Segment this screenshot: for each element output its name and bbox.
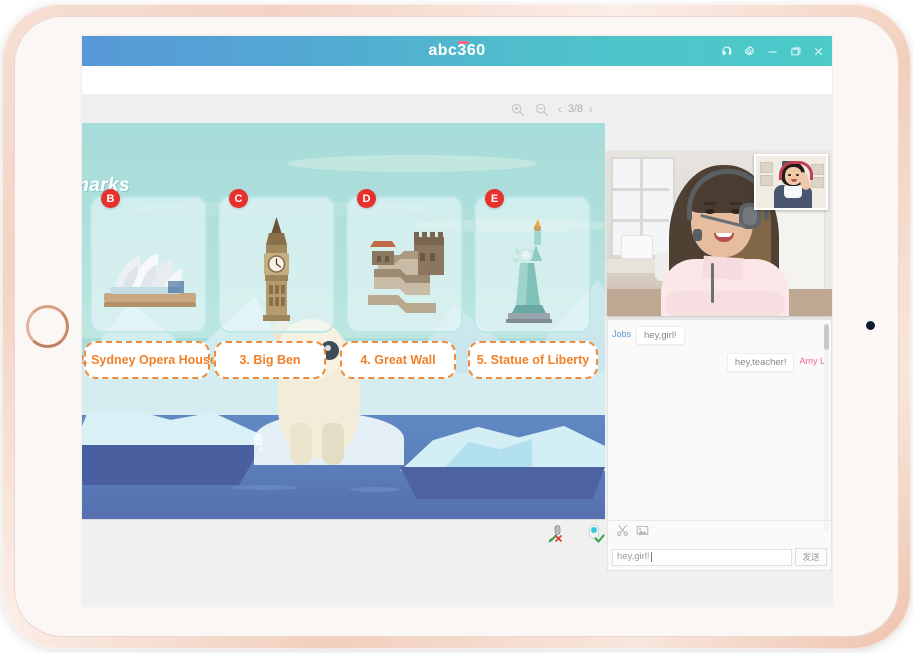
headset-wire: [711, 263, 714, 303]
chat-sender-name: Amy Li: [799, 356, 827, 366]
chat-input-value: hey,girl!: [617, 551, 650, 562]
screenshot-icon[interactable]: [616, 524, 629, 537]
card-badge: D: [357, 189, 376, 208]
chat-message-list[interactable]: Jobs hey,girl! hey,teacher! Amy Li: [608, 320, 831, 535]
landmark-card[interactable]: D: [346, 189, 463, 333]
close-icon[interactable]: [811, 44, 825, 58]
card-badge: C: [229, 189, 248, 208]
card-label[interactable]: 4. Great Wall: [340, 341, 456, 379]
card-badge: E: [485, 189, 504, 208]
right-panel-filler: [605, 573, 832, 606]
card-label[interactable]: 2. Sydney Opera House: [82, 341, 217, 379]
support-icon[interactable]: [719, 44, 733, 58]
teacher-collar: [702, 255, 744, 281]
landmark-card[interactable]: C: [218, 189, 335, 333]
app-title-text: abc360: [428, 42, 486, 59]
microphone-toggle[interactable]: [545, 523, 565, 543]
text-caret: [650, 552, 652, 562]
pip-wall-frame: [760, 162, 773, 173]
lesson-slide[interactable]: dmarks B: [82, 123, 605, 519]
right-panel: Jobs hey,girl! hey,teacher! Amy Li hey,g…: [605, 95, 832, 606]
chat-toolbar: [608, 520, 831, 540]
gear-icon[interactable]: [742, 44, 756, 58]
pip-wall-frame: [760, 175, 773, 186]
landmark-cards: B 2. Sydney Opera House C 3. Big Ben D 4…: [82, 123, 605, 519]
teacher-video[interactable]: [607, 151, 832, 316]
app-logo: abc360: [428, 41, 486, 60]
chat-input[interactable]: hey,girl!: [612, 548, 792, 566]
page-navigation: ‹ 3/8 ›: [558, 102, 593, 116]
next-page-button[interactable]: ›: [589, 102, 593, 116]
sydney-opera-house-icon: [92, 215, 205, 325]
chat-message: hey,teacher! Amy Li: [612, 353, 827, 372]
chat-bubble: hey,girl!: [636, 326, 685, 345]
card-badge: B: [101, 189, 120, 208]
landmark-card[interactable]: B: [90, 189, 207, 333]
send-button[interactable]: 发送: [795, 548, 827, 566]
window-mullion: [613, 219, 669, 222]
minimize-icon[interactable]: [765, 44, 779, 58]
video-monitor: [621, 235, 653, 259]
courseware-filler: [82, 545, 605, 606]
front-camera-icon: [866, 321, 875, 330]
chat-message: Jobs hey,girl!: [612, 326, 827, 345]
app-window: abc360 ‹ 3/8 › arks B 2. Sydney Opera Ho…: [82, 36, 832, 606]
title-bar: abc360: [82, 36, 832, 66]
statue-of-liberty-icon: [476, 215, 589, 325]
chat-scrollbar-thumb[interactable]: [824, 324, 829, 350]
chat-input-row: hey,girl! 发送: [608, 546, 831, 568]
student-shirt: [784, 184, 802, 198]
speaker-toggle[interactable]: [585, 523, 605, 543]
zoom-in-icon[interactable]: [510, 102, 525, 117]
headset-microphone: [693, 229, 702, 241]
chat-scrollbar-track[interactable]: [824, 324, 829, 531]
student-video-pip[interactable]: [754, 154, 828, 210]
prev-page-button[interactable]: ‹: [558, 102, 562, 116]
app-body: ‹ 3/8 › arks B 2. Sydney Opera House C 3…: [82, 95, 832, 606]
card-label[interactable]: 3. Big Ben: [214, 341, 326, 379]
chat-sender-name: Jobs: [612, 329, 632, 339]
chat-bubble: hey,teacher!: [726, 353, 795, 372]
teacher-arm: [665, 291, 785, 316]
window-mullion: [613, 188, 669, 191]
courseware-toolbar: ‹ 3/8 ›: [82, 95, 605, 123]
courseware-panel: ‹ 3/8 › arks B 2. Sydney Opera House C 3…: [82, 95, 735, 606]
teacher-teeth: [716, 233, 732, 237]
great-wall-icon: [348, 215, 461, 325]
page-indicator: 3/8: [567, 103, 583, 115]
home-button[interactable]: [26, 305, 69, 348]
big-ben-icon: [220, 215, 333, 325]
landmark-card[interactable]: E: [474, 189, 591, 333]
window-controls: [719, 36, 825, 66]
maximize-icon[interactable]: [788, 44, 802, 58]
logo-accent-bar: [457, 41, 469, 44]
card-label[interactable]: 5. Statue of Liberty: [468, 341, 598, 379]
zoom-out-icon[interactable]: [534, 102, 549, 117]
chat-panel: Jobs hey,girl! hey,teacher! Amy Li hey,g…: [607, 319, 832, 571]
sub-toolbar: [82, 66, 832, 95]
image-icon[interactable]: [636, 524, 649, 537]
